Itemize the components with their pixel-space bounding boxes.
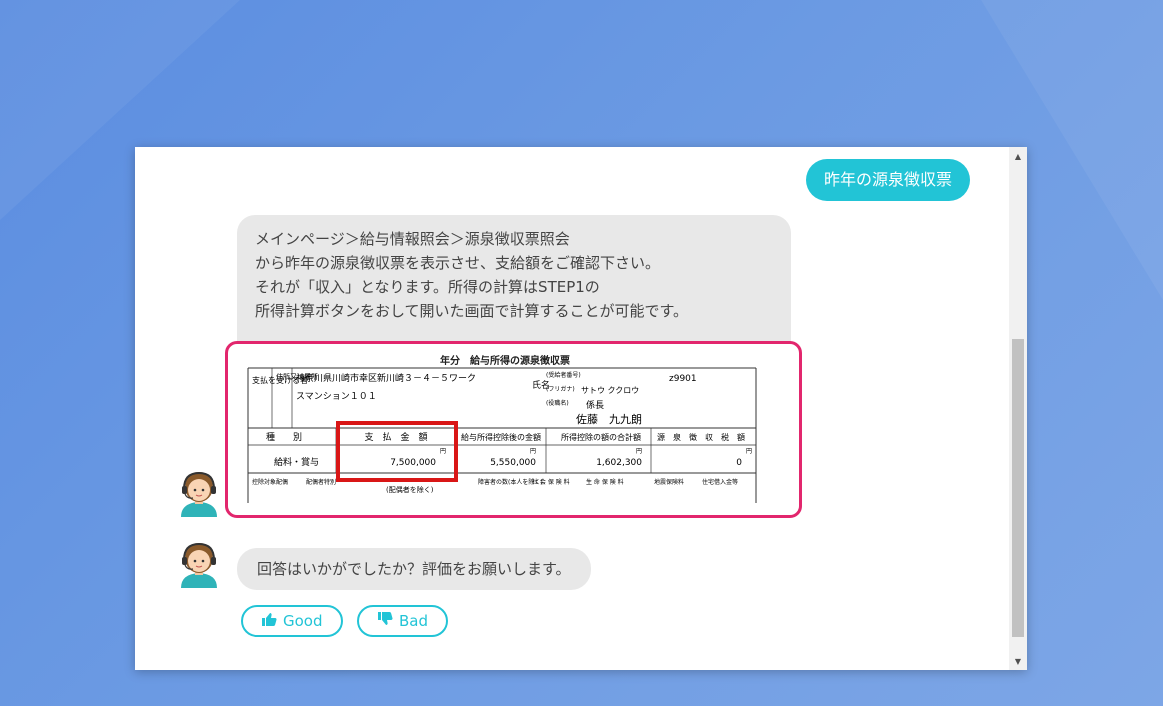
recipient-number-label: (受給者番号) xyxy=(546,371,581,379)
receipt-title: 年分 給与所得の源泉徴収票 xyxy=(440,354,570,367)
footer-label: 地震保険料 xyxy=(654,478,684,486)
col-type: 種 別 xyxy=(266,432,302,443)
recipient-number: z9901 xyxy=(669,374,697,384)
user-message-bubble: 昨年の源泉徴収票 xyxy=(805,159,970,201)
col-payment: 支 払 金 額 xyxy=(364,431,427,443)
payment-highlight-box xyxy=(336,421,458,482)
bad-button[interactable]: Bad xyxy=(357,605,449,637)
tax-amount: 0 xyxy=(736,458,742,468)
col-after-deduction: 給与所得控除後の金額 xyxy=(461,432,541,442)
footer-label: (配偶者を除く) xyxy=(386,485,434,494)
operator-avatar-icon xyxy=(177,467,221,517)
row-type: 給料・賞与 xyxy=(274,456,319,468)
furigana: サトウ ククロウ xyxy=(581,386,639,395)
position-label: (役職名) xyxy=(546,399,569,407)
scroll-up-icon[interactable]: ▲ xyxy=(1009,147,1027,165)
after-deduction-amount: 5,550,000 xyxy=(490,458,536,468)
thumbs-down-icon xyxy=(377,611,393,631)
unit-label: 円 xyxy=(746,448,752,455)
position: 係長 xyxy=(586,400,604,411)
footer-label: 配偶者特別 xyxy=(306,478,336,486)
receipt-highlight-frame: 年分 給与所得の源泉徴収票 支払を受ける者 住所又は居所 神奈川県川崎市幸区新川… xyxy=(225,341,802,518)
unit-label: 円 xyxy=(636,448,642,455)
vertical-scrollbar[interactable]: ▲ ▼ xyxy=(1009,147,1027,670)
withholding-receipt-image: 年分 給与所得の源泉徴収票 支払を受ける者 住所又は居所 神奈川県川崎市幸区新川… xyxy=(246,353,764,505)
address-line1: 神奈川県川崎市幸区新川崎３－４－５ワーク xyxy=(296,372,476,384)
footer-label: 社 会 保 険 料 xyxy=(532,478,570,486)
scroll-down-icon[interactable]: ▼ xyxy=(1009,652,1027,670)
operator-avatar-icon xyxy=(177,538,221,588)
chat-window: 昨年の源泉徴収票 メインページ＞給与情報照会＞源泉徴収票照会 から昨年の源泉徴収… xyxy=(135,147,1027,670)
unit-label: 円 xyxy=(530,448,536,455)
col-deduction-total: 所得控除の額の合計額 xyxy=(561,432,641,442)
scroll-thumb[interactable] xyxy=(1012,339,1024,637)
payment-amount: 7,500,000 xyxy=(390,458,436,468)
furigana-label: (フリガナ) xyxy=(546,385,575,393)
footer-label: 生 命 保 険 料 xyxy=(586,478,624,486)
deduction-total-amount: 1,602,300 xyxy=(596,458,642,468)
recipient-name: 佐藤 九九朗 xyxy=(576,412,642,426)
good-button[interactable]: Good xyxy=(241,605,343,637)
good-label: Good xyxy=(283,612,323,630)
bot-message-text: メインページ＞給与情報照会＞源泉徴収票照会 から昨年の源泉徴収票を表示させ、支給… xyxy=(255,230,689,320)
footer-label: 控除対象配偶 xyxy=(252,478,288,486)
footer-label: 住宅借入金等 xyxy=(702,478,738,486)
col-tax: 源 泉 徴 収 税 額 xyxy=(657,432,745,442)
thumbs-up-icon xyxy=(261,611,277,631)
address-line2: スマンション１０１ xyxy=(296,392,377,402)
unit-label: 円 xyxy=(440,448,446,455)
bot-feedback-question: 回答はいかがでしたか？評価をお願いします。 xyxy=(237,548,591,590)
bad-label: Bad xyxy=(399,612,429,630)
receipt-drawing: 年分 給与所得の源泉徴収票 支払を受ける者 住所又は居所 神奈川県川崎市幸区新川… xyxy=(247,354,757,503)
bot-message-bubble: メインページ＞給与情報照会＞源泉徴収票照会 から昨年の源泉徴収票を表示させ、支給… xyxy=(225,215,802,518)
